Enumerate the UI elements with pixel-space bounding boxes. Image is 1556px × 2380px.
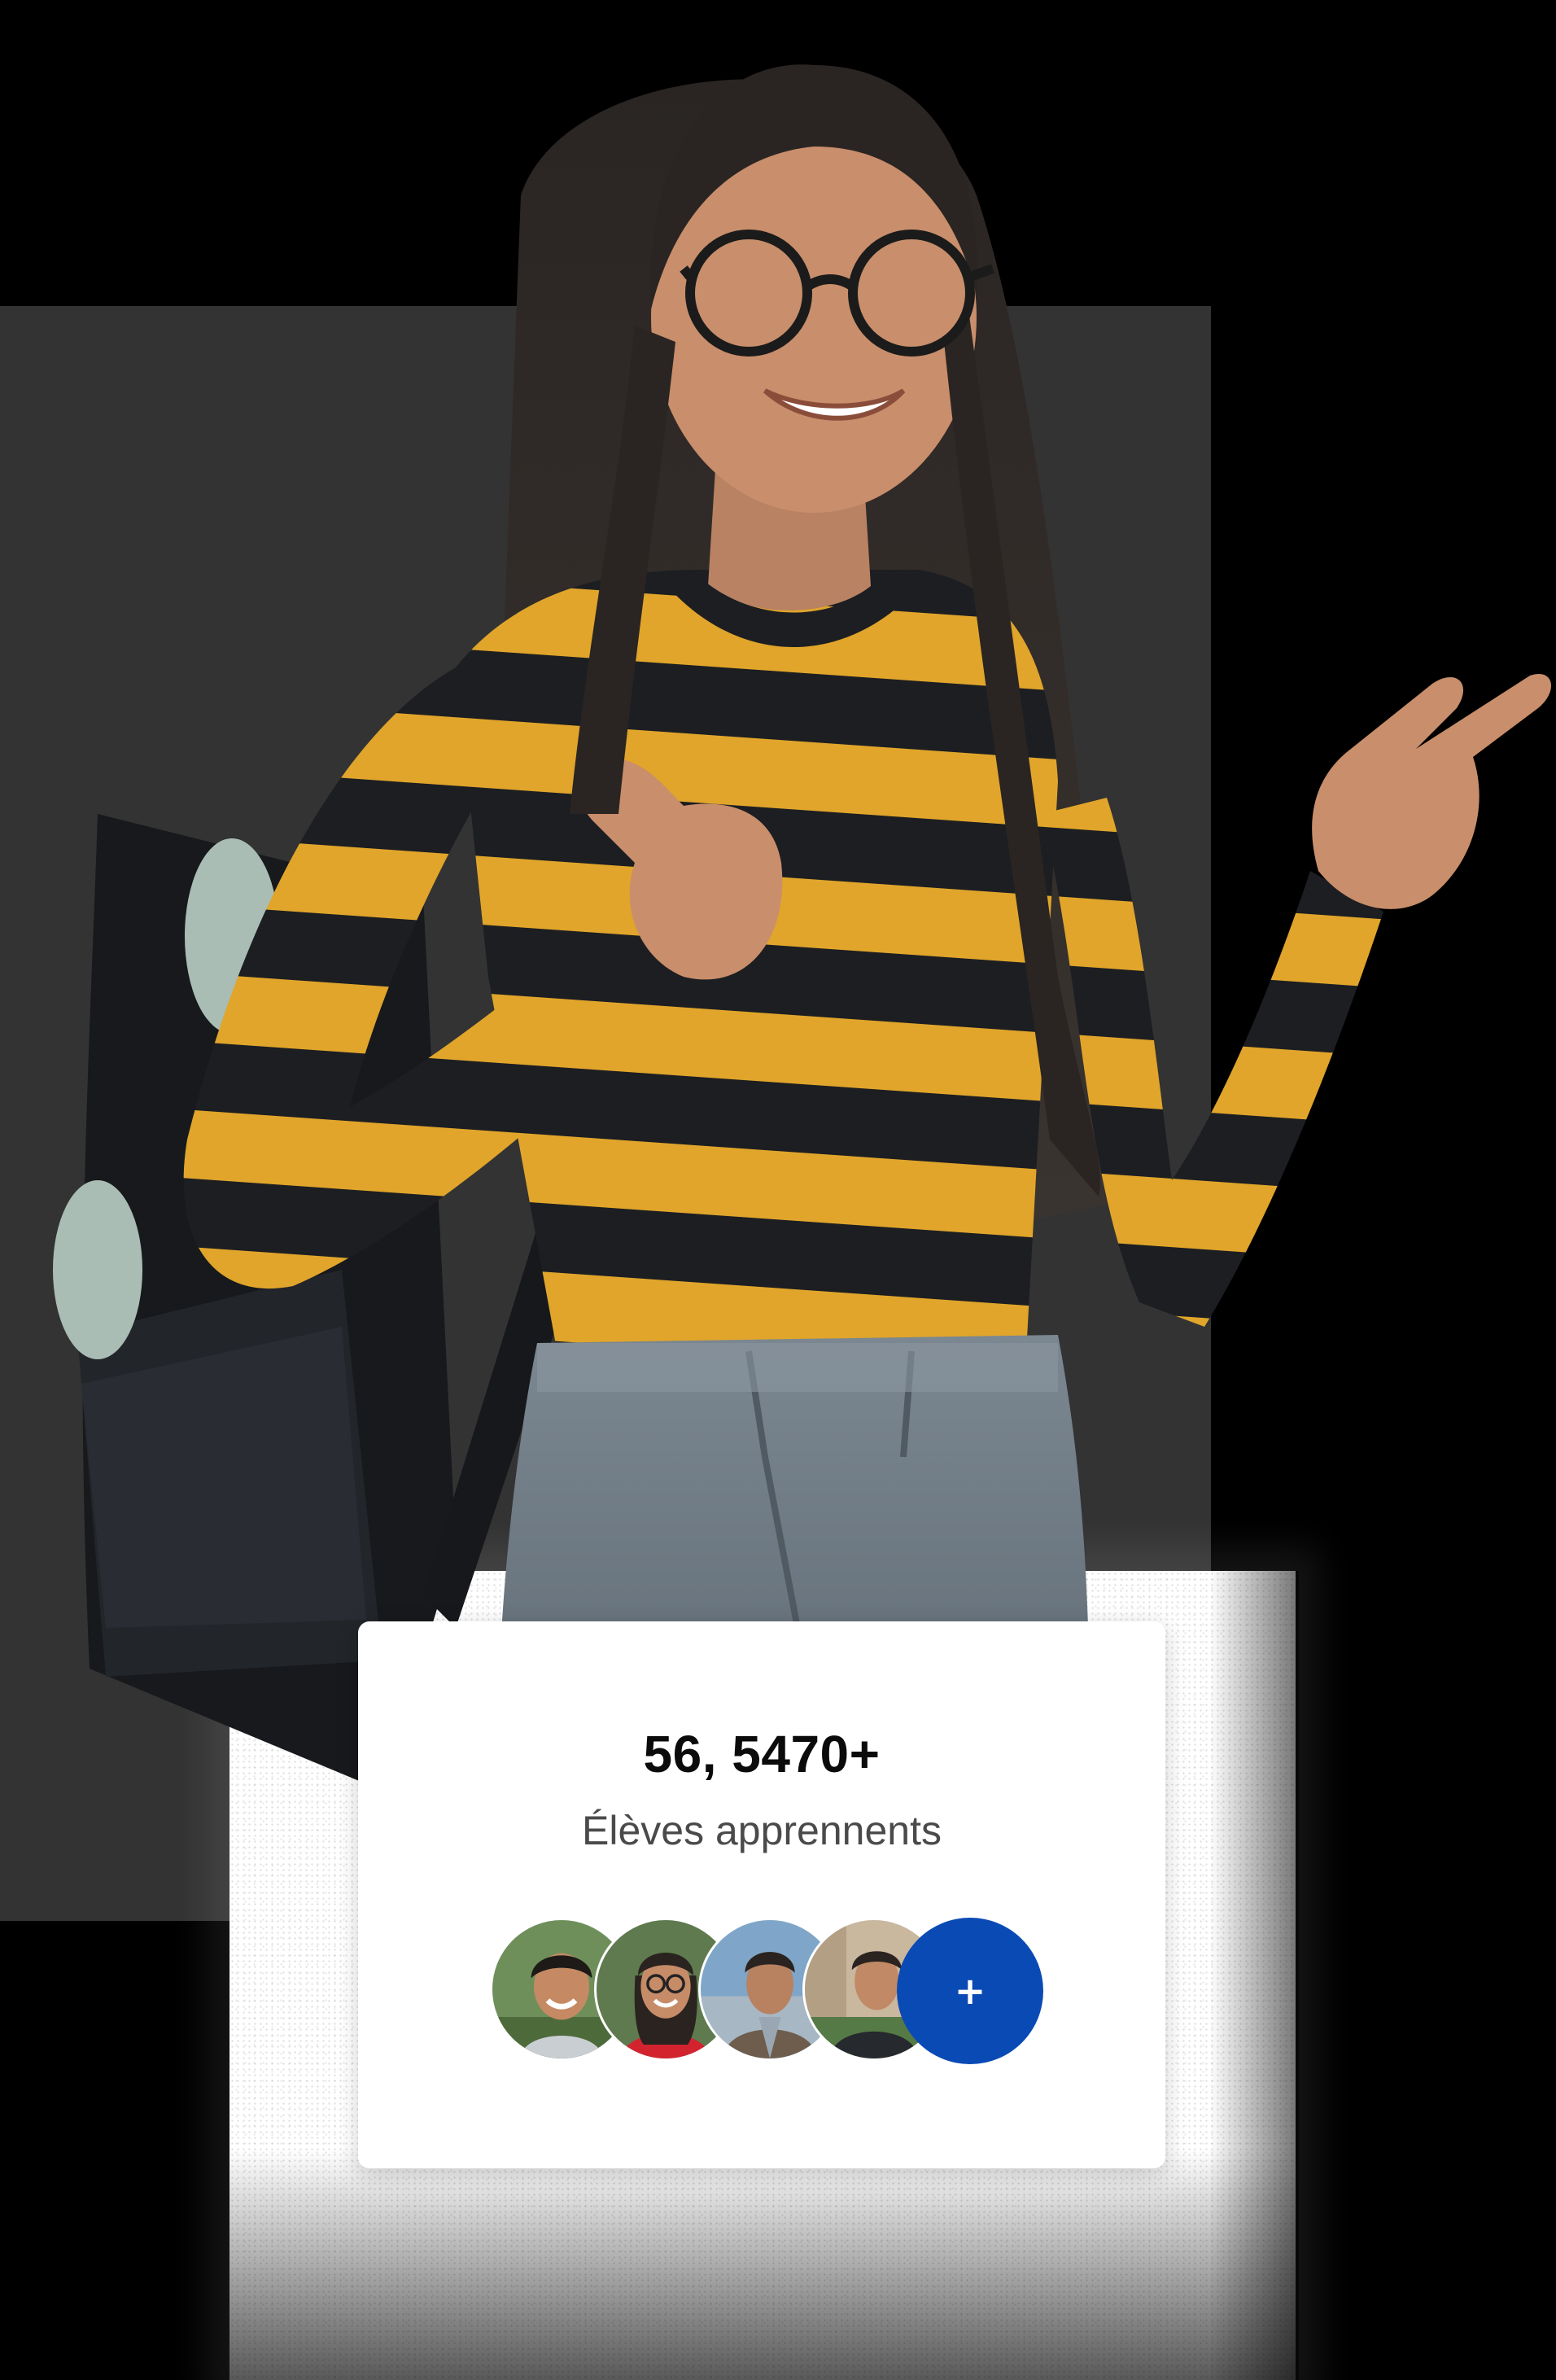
student-photo bbox=[53, 64, 1552, 1791]
learner-count: 56, 5470+ bbox=[643, 1725, 881, 1783]
stats-card: 56, 5470+ Élèves apprennents + bbox=[358, 1621, 1165, 2168]
learner-label: Élèves apprennents bbox=[582, 1808, 942, 1853]
avatar-group: + bbox=[490, 1918, 1043, 2064]
add-student-button[interactable]: + bbox=[897, 1918, 1043, 2064]
right-hand bbox=[1312, 674, 1552, 909]
hero-stage: 56, 5470+ Élèves apprennents + bbox=[0, 0, 1556, 2380]
paper-shadow-bottom bbox=[229, 2149, 1296, 2380]
